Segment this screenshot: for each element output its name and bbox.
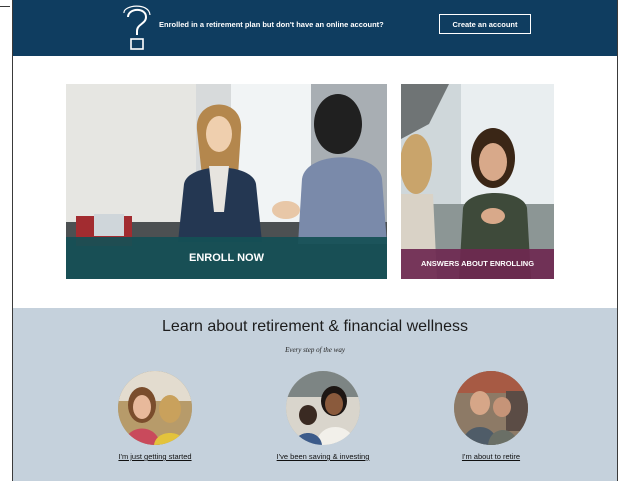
persona-about-to-retire[interactable]: I'm about to retire	[416, 371, 566, 461]
persona-saving-investing[interactable]: I've been saving & investing	[248, 371, 398, 461]
question-mark-icon	[123, 5, 151, 50]
frame-corner-line	[0, 6, 10, 7]
account-banner: Enrolled in a retirement plan but don't …	[13, 0, 617, 56]
persona-getting-started[interactable]: I'm just getting started	[80, 371, 230, 461]
answers-about-enrolling-card[interactable]: ANSWERS ABOUT ENROLLING	[401, 84, 554, 279]
persona-saving-investing-link[interactable]: I've been saving & investing	[248, 452, 398, 461]
enroll-now-card[interactable]: ENROLL NOW	[66, 84, 387, 279]
create-account-button[interactable]: Create an account	[439, 14, 531, 34]
learn-subtitle: Every step of the way	[285, 346, 345, 354]
persona-about-to-retire-link[interactable]: I'm about to retire	[416, 452, 566, 461]
persona-about-to-retire-photo[interactable]	[454, 371, 528, 445]
learn-section: Learn about retirement & financial welln…	[13, 308, 617, 481]
persona-saving-investing-photo[interactable]	[286, 371, 360, 445]
learn-title: Learn about retirement & financial welln…	[162, 318, 468, 335]
answers-about-enrolling-label: ANSWERS ABOUT ENROLLING	[401, 249, 554, 279]
enroll-now-label: ENROLL NOW	[66, 237, 387, 279]
persona-getting-started-photo[interactable]	[118, 371, 192, 445]
banner-message: Enrolled in a retirement plan but don't …	[159, 20, 384, 29]
persona-getting-started-link[interactable]: I'm just getting started	[80, 452, 230, 461]
